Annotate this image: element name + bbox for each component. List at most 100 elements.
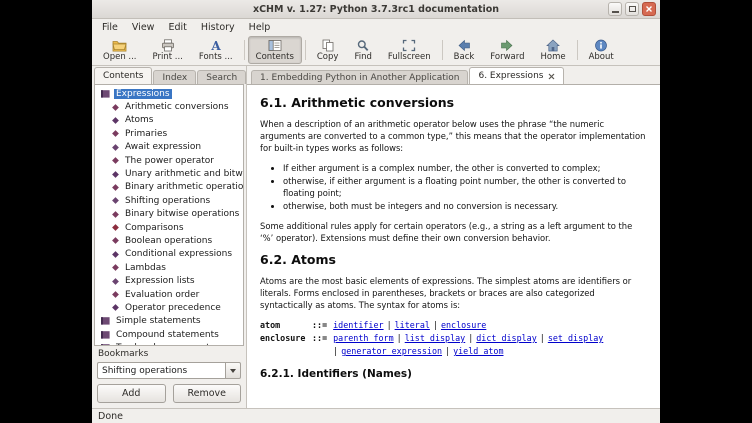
page-icon xyxy=(111,196,120,205)
link-list-display[interactable]: list_display xyxy=(405,333,466,343)
page-icon xyxy=(111,143,120,152)
link-yield-atom[interactable]: yield_atom xyxy=(453,346,503,356)
pipe-separator: | xyxy=(397,333,402,343)
heading-6-2: 6.2. Atoms xyxy=(260,252,646,267)
tree-item[interactable]: Expression lists xyxy=(95,274,243,287)
tree-item[interactable]: Binary arithmetic operation xyxy=(95,181,243,194)
tab-contents[interactable]: Contents xyxy=(94,67,152,84)
statusbar: Done xyxy=(92,408,660,423)
toolbar-separator xyxy=(577,40,578,60)
grammar-row: atom ::= identifier|literal|enclosure xyxy=(260,319,646,332)
tab-search[interactable]: Search xyxy=(197,70,246,84)
tree-item[interactable]: Shifting operations xyxy=(95,194,243,207)
content-area: 1. Embedding Python in Another Applicati… xyxy=(247,66,660,408)
doc-tab-label: 1. Embedding Python in Another Applicati… xyxy=(260,73,459,83)
toolbar-button-copy[interactable]: Copy xyxy=(309,36,347,64)
maximize-button[interactable] xyxy=(625,2,639,16)
pipe-separator: | xyxy=(387,320,392,330)
tab-index[interactable]: Index xyxy=(153,70,196,84)
main-area: Contents Index Search Expressions Arithm… xyxy=(92,66,660,408)
grammar-term xyxy=(260,345,312,358)
xchm-window: xCHM v. 1.27: Python 3.7.3rc1 documentat… xyxy=(92,0,660,423)
menu-item-history[interactable]: History xyxy=(194,21,242,34)
toolbar-button-find[interactable]: Find xyxy=(346,36,379,64)
tree-item[interactable]: Evaluation order xyxy=(95,288,243,301)
grammar-rhs: parenth_form|list_display|dict_display|s… xyxy=(333,332,603,345)
grammar-row: enclosure ::= parenth_form|list_display|… xyxy=(260,332,646,345)
close-button[interactable] xyxy=(642,2,656,16)
tree-item[interactable]: Simple statements xyxy=(95,315,243,328)
menu-item-help[interactable]: Help xyxy=(242,21,278,34)
tree-item[interactable]: Await expression xyxy=(95,141,243,154)
page-icon xyxy=(111,277,120,286)
combobox-arrow-button[interactable] xyxy=(225,362,241,379)
menu-item-view[interactable]: View xyxy=(125,21,162,34)
tree-item[interactable]: Unary arithmetic and bitwis xyxy=(95,167,243,180)
paragraph: Atoms are the most basic elements of exp… xyxy=(260,275,646,311)
tree-item[interactable]: Atoms xyxy=(95,114,243,127)
bookmarks-buttons: Add Remove xyxy=(97,384,241,403)
tree-item[interactable]: Primaries xyxy=(95,127,243,140)
toolbar-button-forward[interactable]: Forward xyxy=(482,36,532,64)
add-bookmark-button[interactable]: Add xyxy=(97,384,166,403)
close-icon xyxy=(645,5,653,13)
page-icon xyxy=(111,116,120,125)
remove-bookmark-button[interactable]: Remove xyxy=(173,384,242,403)
doc-tab-embedding[interactable]: 1. Embedding Python in Another Applicati… xyxy=(251,70,468,84)
bullet-item: If either argument is a complex number, … xyxy=(283,162,646,174)
doc-tab-label: 6. Expressions xyxy=(478,71,543,81)
page-icon xyxy=(111,183,120,192)
toolbar-button-fonts[interactable]: A Fonts ... xyxy=(191,36,241,64)
sidebar: Contents Index Search Expressions Arithm… xyxy=(92,66,247,408)
bookmarks-combobox[interactable]: Shifting operations xyxy=(97,362,241,379)
toolbar-separator xyxy=(442,40,443,60)
chevron-down-icon xyxy=(230,369,236,373)
titlebar: xCHM v. 1.27: Python 3.7.3rc1 documentat… xyxy=(92,0,660,19)
paragraph: Some additional rules apply for certain … xyxy=(260,220,646,244)
tree-item[interactable]: Compound statements xyxy=(95,328,243,341)
grammar-row: ::= |generator_expression|yield_atom xyxy=(260,345,646,358)
menu-item-file[interactable]: File xyxy=(95,21,125,34)
grammar-block: atom ::= identifier|literal|enclosure en… xyxy=(260,319,646,358)
menu-item-edit[interactable]: Edit xyxy=(161,21,193,34)
doc-tab-expressions[interactable]: 6. Expressions xyxy=(469,67,564,84)
toolbar-button-print[interactable]: Print ... xyxy=(145,36,191,64)
tree-item[interactable]: Expressions xyxy=(95,87,243,100)
link-dict-display[interactable]: dict_display xyxy=(476,333,537,343)
page-icon xyxy=(111,250,120,259)
page-icon xyxy=(111,223,120,232)
tree-item[interactable]: Binary bitwise operations xyxy=(95,208,243,221)
tree-item[interactable]: Lambdas xyxy=(95,261,243,274)
grammar-rhs: |generator_expression|yield_atom xyxy=(333,345,503,358)
minimize-button[interactable] xyxy=(608,2,622,16)
grammar-rhs: identifier|literal|enclosure xyxy=(333,319,486,332)
toolbar-button-open[interactable]: Open ... xyxy=(95,36,145,64)
status-text: Done xyxy=(98,411,123,422)
toolbar-button-back[interactable]: Back xyxy=(446,36,483,64)
tree-item[interactable]: Boolean operations xyxy=(95,234,243,247)
page-icon xyxy=(111,263,120,272)
link-identifier[interactable]: identifier xyxy=(333,320,383,330)
open-folder-icon xyxy=(112,38,127,52)
link-literal[interactable]: literal xyxy=(395,320,430,330)
toolbar-button-contents[interactable]: Contents xyxy=(248,36,302,64)
tree-item[interactable]: The power operator xyxy=(95,154,243,167)
tree-item[interactable]: Arithmetic conversions xyxy=(95,100,243,113)
page-icon xyxy=(111,210,120,219)
tree-item[interactable]: Operator precedence xyxy=(95,301,243,314)
bookmarks-panel: Bookmarks Shifting operations Add Remove xyxy=(92,346,246,408)
link-generator-expression[interactable]: generator_expression xyxy=(341,346,442,356)
bullet-item: otherwise, both must be integers and no … xyxy=(283,200,646,212)
toolbar-button-about[interactable]: About xyxy=(581,36,622,64)
link-enclosure[interactable]: enclosure xyxy=(441,320,486,330)
heading-6-1: 6.1. Arithmetic conversions xyxy=(260,95,646,110)
minimize-icon xyxy=(612,11,619,13)
tree-item[interactable]: Conditional expressions xyxy=(95,248,243,261)
tree-item[interactable]: Comparisons xyxy=(95,221,243,234)
link-set-display[interactable]: set_display xyxy=(548,333,603,343)
tab-close-icon[interactable] xyxy=(548,73,555,80)
toolbar-button-fullscreen[interactable]: Fullscreen xyxy=(380,36,439,64)
toolbar-button-home[interactable]: Home xyxy=(532,36,573,64)
bookmarks-label: Bookmarks xyxy=(98,349,241,359)
link-parenth-form[interactable]: parenth_form xyxy=(333,333,394,343)
